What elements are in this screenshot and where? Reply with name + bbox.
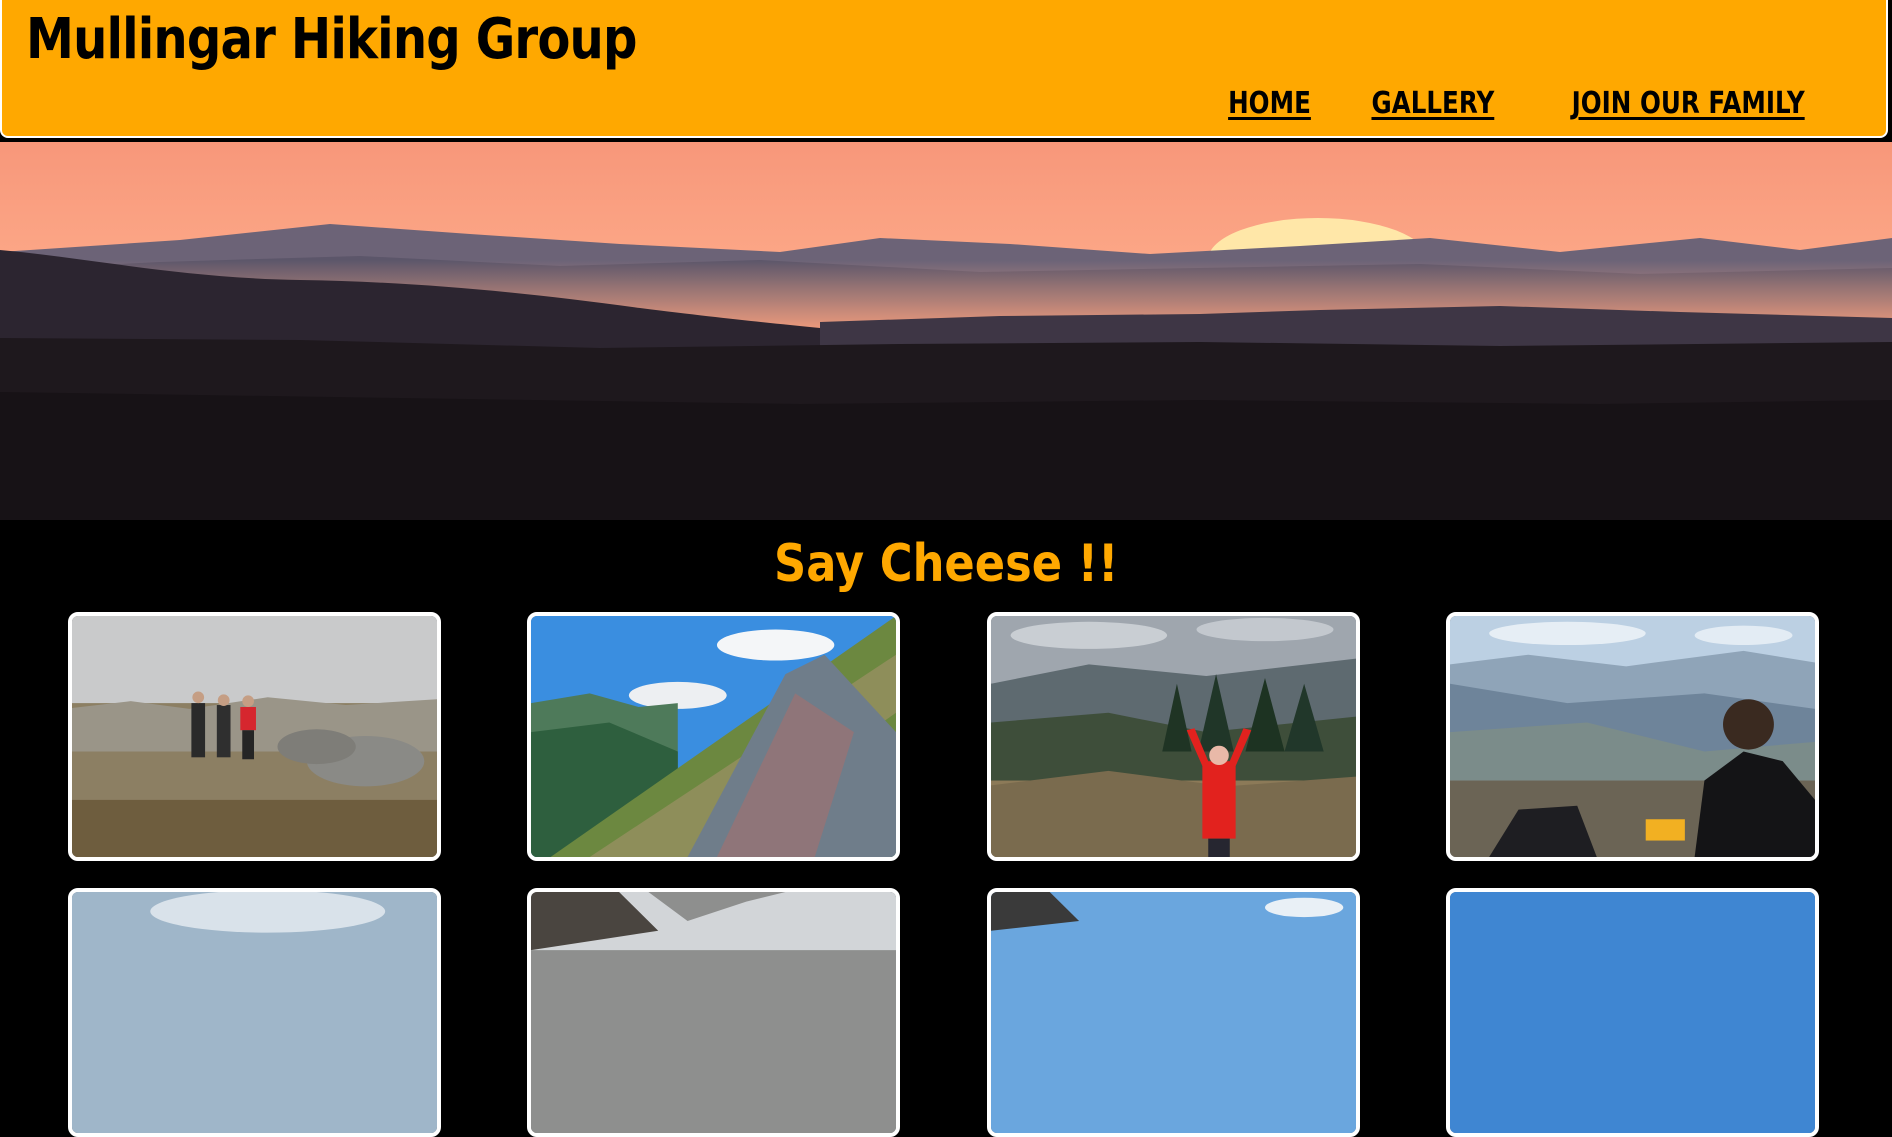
gallery-heading: Say Cheese !!	[0, 526, 1892, 602]
gallery-photo-group-misty-summit[interactable]	[68, 612, 441, 861]
site-header: Mullingar Hiking Group HOME GALLERY JOIN…	[0, 0, 1888, 138]
gallery-heading-text: Say Cheese !!	[773, 534, 1119, 594]
gallery-photo-valley-view[interactable]	[1446, 612, 1819, 861]
gallery-photo-stone-path[interactable]	[527, 612, 900, 861]
nav-join-link[interactable]: JOIN OUR FAMILY	[1571, 86, 1804, 121]
site-title: Mullingar Hiking Group	[26, 7, 637, 72]
gallery-photo-red-jacket-hiker[interactable]	[987, 612, 1360, 861]
hero-sunset-banner	[0, 142, 1892, 520]
gallery-photo-row2-2[interactable]	[527, 888, 900, 1137]
nav-home-link[interactable]: HOME	[1228, 86, 1311, 121]
gallery-photo-row2-4[interactable]	[1446, 888, 1819, 1137]
gallery-photo-row2-3[interactable]	[987, 888, 1360, 1137]
gallery-photo-row2-1[interactable]	[68, 888, 441, 1137]
main-nav: HOME GALLERY JOIN OUR FAMILY	[1219, 86, 1830, 121]
nav-gallery-link[interactable]: GALLERY	[1371, 86, 1494, 121]
